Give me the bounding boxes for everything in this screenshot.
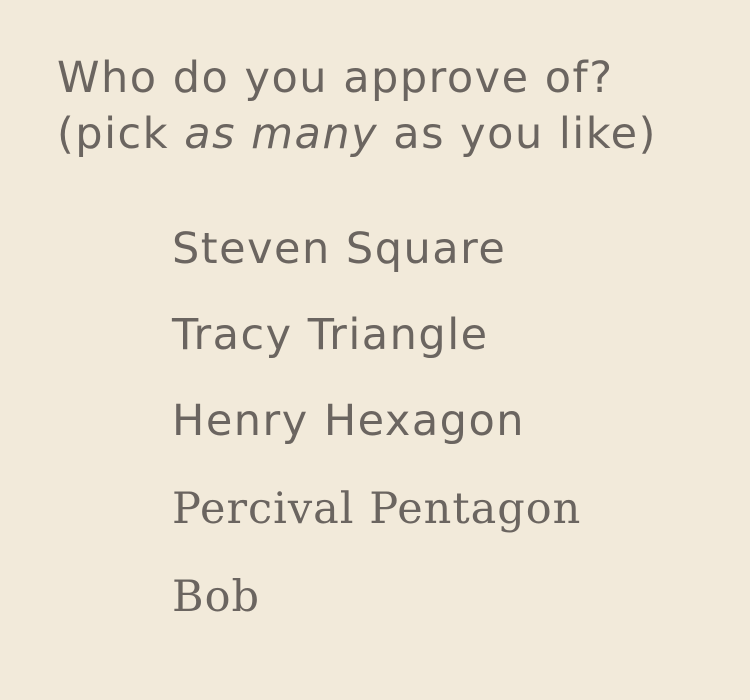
candidate-bob[interactable]: Bob: [172, 564, 581, 652]
candidate-steven-square[interactable]: Steven Square: [172, 218, 581, 304]
candidate-list: Steven Square Tracy Triangle Henry Hexag…: [172, 218, 581, 652]
question-line-2-end: as you like): [378, 109, 657, 159]
question-line-2: (pick as many as you like): [57, 109, 657, 159]
question-line-1: Who do you approve of?: [57, 53, 614, 103]
candidate-henry-hexagon[interactable]: Henry Hexagon: [172, 390, 581, 476]
question-emphasis: as many: [184, 109, 379, 159]
candidate-percival-pentagon[interactable]: Percival Pentagon: [172, 476, 581, 564]
candidate-tracy-triangle[interactable]: Tracy Triangle: [172, 304, 581, 390]
question-line-2-start: (pick: [57, 109, 185, 159]
question-prompt: Who do you approve of? (pick as many as …: [57, 50, 657, 162]
